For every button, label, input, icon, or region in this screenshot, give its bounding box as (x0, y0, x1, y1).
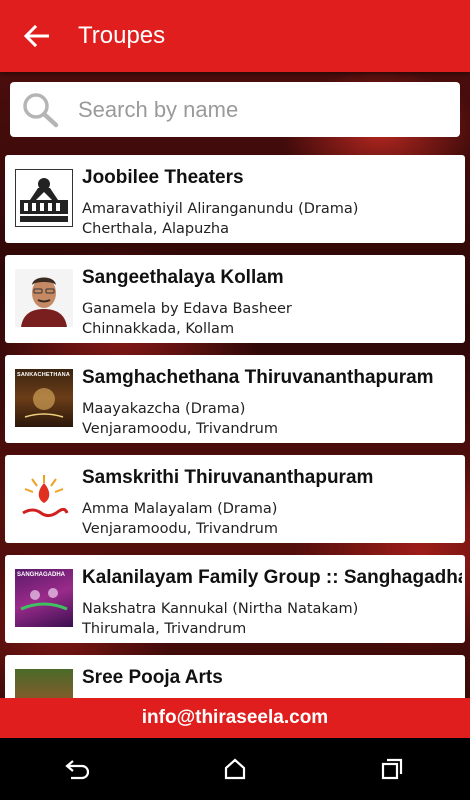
pooja-arts-photo-thumbnail (15, 669, 73, 698)
contact-footer[interactable]: info@thiraseela.com (0, 698, 470, 738)
search-icon (23, 92, 59, 127)
nav-home-icon[interactable] (205, 749, 265, 789)
thumb-label: SANGHAGADHA (17, 572, 65, 578)
troupe-description: Amaravathiyil Aliranganundu (Drama) (82, 201, 359, 217)
troupe-name: Sree Pooja Arts (82, 667, 223, 688)
person-photo-thumbnail (15, 269, 73, 327)
troupe-location: Venjaramoodu, Trivandrum (82, 521, 278, 537)
troupe-location: Cherthala, Alapuzha (82, 221, 230, 237)
app-bar: Troupes (0, 0, 470, 72)
troupe-description: Maayakazcha (Drama) (82, 401, 246, 417)
troupe-name: Samghachethana Thiruvananthapuram (82, 367, 434, 388)
thumb-label: SANKACHETHANA (17, 372, 71, 378)
search-input[interactable] (76, 95, 440, 124)
troupe-description: Nakshatra Kannukal (Nirtha Natakam) (82, 601, 359, 617)
theater-logo-thumbnail (15, 169, 73, 227)
troupe-card[interactable]: Joobilee Theaters Amaravathiyil Aliranga… (5, 155, 465, 243)
sankachethana-logo-thumbnail: SANKACHETHANA (15, 369, 73, 427)
troupe-card[interactable]: Sangeethalaya Kollam Ganamela by Edava B… (5, 255, 465, 343)
troupe-card[interactable]: Sree Pooja Arts (5, 655, 465, 698)
back-arrow-icon[interactable] (22, 22, 50, 50)
troupe-name: Samskrithi Thiruvananthapuram (82, 467, 374, 488)
troupe-card[interactable]: SANKACHETHANA Samghachethana Thiruvanant… (5, 355, 465, 443)
nav-back-icon[interactable] (48, 749, 108, 789)
troupe-description: Amma Malayalam (Drama) (82, 501, 278, 517)
troupe-location: Chinnakkada, Kollam (82, 321, 235, 337)
sanghagadha-logo-thumbnail: SANGHAGADHA (15, 569, 73, 627)
nav-recents-icon[interactable] (362, 749, 422, 789)
content-area: Joobilee Theaters Amaravathiyil Aliranga… (0, 72, 470, 698)
contact-email[interactable]: info@thiraseela.com (142, 707, 328, 729)
troupe-location: Venjaramoodu, Trivandrum (82, 421, 278, 437)
search-bar[interactable] (10, 82, 460, 137)
troupe-name: Sangeethalaya Kollam (82, 267, 284, 288)
page-title: Troupes (78, 22, 166, 49)
troupe-name: Kalanilayam Family Group :: Sanghagadha (82, 567, 462, 588)
troupe-name: Joobilee Theaters (82, 167, 244, 188)
troupe-description: Ganamela by Edava Basheer (82, 301, 292, 317)
system-nav-bar (0, 738, 470, 800)
troupe-location: Thirumala, Trivandrum (82, 621, 247, 637)
troupe-card[interactable]: Samskrithi Thiruvananthapuram Amma Malay… (5, 455, 465, 543)
samskrithi-logo-thumbnail (15, 469, 73, 527)
troupe-card[interactable]: SANGHAGADHA Kalanilayam Family Group :: … (5, 555, 465, 643)
